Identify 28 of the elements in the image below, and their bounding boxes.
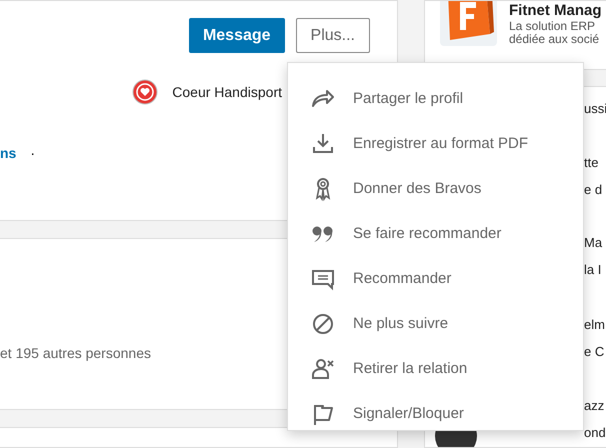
message-button[interactable]: Message xyxy=(188,18,285,53)
section-heading: ussi xyxy=(584,100,606,118)
menu-item[interactable]: Se faire recommander xyxy=(288,211,583,256)
separator: · xyxy=(30,145,36,161)
person-headline: e C xyxy=(584,343,606,361)
menu-item[interactable]: Enregistrer au format PDF xyxy=(288,121,583,166)
ad-title: Fitnet Manag xyxy=(509,2,602,20)
menu-item[interactable]: Partager le profil xyxy=(288,76,583,121)
profile-link[interactable]: ns xyxy=(0,145,16,161)
person-name: Ma xyxy=(584,234,604,252)
person-headline: ond xyxy=(584,424,606,442)
ad-description: La solution ERP xyxy=(509,20,596,33)
organization-name: Coeur Handisport xyxy=(172,84,282,100)
person-headline: la I xyxy=(584,261,602,279)
reactions-text: et 195 autres personnes xyxy=(0,345,151,361)
more-button[interactable]: Plus... xyxy=(296,18,370,53)
menu-item[interactable]: Recommander xyxy=(288,256,583,301)
menu-item[interactable]: Ne plus suivre xyxy=(288,301,583,346)
menu-item[interactable]: Donner des Bravos xyxy=(288,166,583,211)
menu-item[interactable]: Retirer la relation xyxy=(288,346,583,391)
avatar-icon xyxy=(435,431,477,447)
person-name: azz xyxy=(584,397,606,415)
heart-logo-icon xyxy=(132,79,158,105)
ad-description: dédiée aux socié xyxy=(509,33,600,46)
person-name: elm xyxy=(584,316,606,334)
person-name: tte xyxy=(584,154,600,172)
person-headline: e d xyxy=(584,181,604,199)
menu-item[interactable]: Signaler/Bloquer xyxy=(288,391,583,436)
